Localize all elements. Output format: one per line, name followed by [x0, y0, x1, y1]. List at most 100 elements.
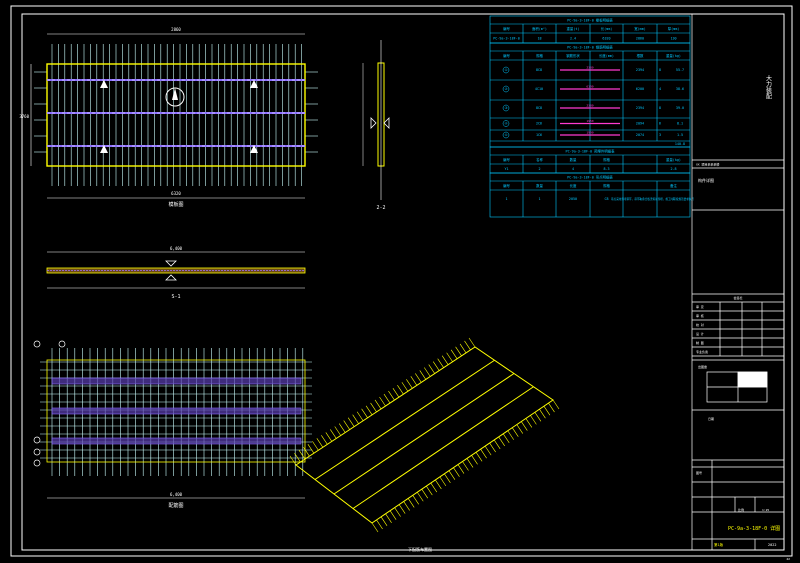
iso-hook	[439, 476, 447, 487]
iso-hook	[448, 470, 456, 480]
table-cell: 面积(m²)	[532, 26, 547, 31]
iso-girder	[314, 359, 495, 480]
table-lift-note: 吊点采用预埋吊环，吊环在叠合板浇筑前预埋，施工时需按规范要求执行	[611, 197, 694, 201]
iso-hook	[493, 439, 501, 450]
iso-hook	[388, 390, 395, 401]
rebar-title: 配筋图	[168, 502, 183, 509]
sheet-frame-inner	[21, 13, 785, 551]
table-main-title: PC-9a-3-18F-0 楼板明细表	[567, 18, 613, 23]
scale-value: 1:25	[762, 508, 769, 512]
iso-hook	[312, 441, 319, 451]
iso-hook	[415, 373, 422, 383]
review-label: 审 核	[696, 313, 704, 318]
rebar-callout-bubble	[58, 340, 66, 348]
iso-hook	[361, 408, 368, 418]
sub-label: 会签栏	[733, 295, 742, 300]
iso-girder	[333, 373, 515, 495]
iso-hook	[512, 427, 519, 437]
table-cell: 8.3	[603, 167, 609, 171]
rebar-count: 4	[659, 87, 661, 91]
table-cell: 1	[538, 197, 540, 201]
table-cell: 数量	[570, 157, 577, 162]
iso-hook	[450, 349, 458, 359]
company-name: 大力装配	[765, 74, 772, 100]
iso-hook	[410, 376, 418, 386]
rebar-spec: 8C8	[536, 106, 542, 110]
table-cell: C8	[604, 197, 608, 201]
table-texts: PC-9a-3-18F-0 楼板明细表 编号 面积(m²) 重量(t) 长(mm) 宽(…	[493, 18, 694, 202]
rebar-callout-bubble	[33, 448, 41, 456]
rebar-spec: 8C8	[536, 68, 542, 72]
section-2-2: 2-2	[362, 40, 390, 211]
iso-hook	[489, 442, 496, 453]
stamp-box-fill	[737, 371, 768, 388]
table-cell: 规格	[603, 157, 610, 162]
table-embed-headers: 编号 名称 数量 规格 重量(kg)	[503, 157, 681, 162]
iso-hook	[453, 467, 460, 477]
rebar-shape-length: 2380	[586, 66, 593, 70]
rebar-length: 6200	[636, 87, 644, 91]
lift-point-marker	[100, 80, 108, 88]
iso-hook	[521, 421, 528, 431]
iso-hook	[484, 445, 492, 456]
rebar-shape-length: 2380	[586, 104, 593, 108]
iso-hook	[464, 340, 471, 351]
iso-hook	[498, 436, 505, 447]
iso-hook	[419, 370, 427, 380]
section-2-2-label: 2-2	[376, 205, 385, 211]
iso-hook	[424, 367, 431, 377]
iso-hook	[471, 455, 478, 465]
rebar-shape-length: 1950	[586, 119, 593, 123]
rebar-length: 2394	[636, 106, 644, 110]
rebar-count: 8	[659, 68, 661, 72]
table-lift-title: PC-9a-3-18F-0 吊点明细表	[567, 175, 613, 180]
table-cell: PC-9a-3-18F-0	[493, 37, 520, 41]
iso-hook	[548, 402, 555, 413]
iso-hook	[401, 382, 409, 392]
section-marker-icon	[165, 274, 177, 281]
section-marker-icon	[165, 260, 177, 267]
table-cell: 长度(mm)	[599, 53, 614, 58]
rebar-weight: 8.1	[677, 122, 683, 126]
iso-hook	[370, 402, 377, 413]
rebar-count: 6	[659, 122, 661, 126]
iso-hook	[426, 485, 433, 496]
rebar-weight: 38.6	[676, 87, 684, 91]
iso-hook	[303, 446, 310, 457]
rebar-count: 8	[659, 106, 661, 110]
dim-top-text: 2860	[171, 27, 181, 32]
rebar-id: ②	[504, 87, 507, 91]
rebar-count: 3	[659, 133, 661, 137]
iso-hook	[435, 479, 442, 490]
scale-label: 比例	[738, 507, 744, 512]
iso-hook	[343, 420, 350, 430]
table-cell: 编号	[503, 53, 510, 58]
table-cell: 2.4	[570, 37, 576, 41]
iso-hook	[347, 417, 355, 427]
iso-hook	[466, 458, 474, 468]
plan-view: 2860 6320 3760 模板图	[19, 27, 318, 208]
iso-hook	[398, 504, 406, 514]
table-cell: 规格	[603, 183, 610, 188]
rebar-callout-bubble	[33, 340, 41, 348]
table-cell: 长度	[570, 183, 577, 188]
table-embed-row: Y1 2 4 8.3 2.8	[504, 167, 676, 171]
review-label: 校 对	[696, 322, 704, 327]
table-lift-headers: 编号 数量 长度 规格 备注	[503, 183, 677, 188]
table-embed-title: PC-9a-3-18F-0 预埋件明细表	[566, 149, 616, 154]
iso-hook	[389, 510, 397, 520]
iso-hook	[430, 482, 438, 493]
iso-hook	[407, 498, 415, 508]
table-main-row: PC-9a-3-18F-0 18 2.4 6320 2860 130	[493, 37, 676, 41]
iso-hook	[385, 513, 392, 523]
table-cell: 2	[538, 167, 540, 171]
review-label: 制 图	[696, 340, 704, 345]
iso-rebar-lines	[289, 337, 560, 533]
iso-hook	[394, 507, 401, 517]
plan-vertical-bars	[34, 44, 318, 186]
table-cell: 1	[505, 197, 507, 201]
rebar-weight: 39.0	[676, 106, 684, 110]
title-block-texts: 大力装配 XX 项目某某某楼 构件详图 会签栏 审 定审 核校 对设 计制 图专…	[696, 74, 790, 561]
iso-hook	[376, 519, 383, 530]
table-cell: 长(mm)	[601, 26, 613, 31]
